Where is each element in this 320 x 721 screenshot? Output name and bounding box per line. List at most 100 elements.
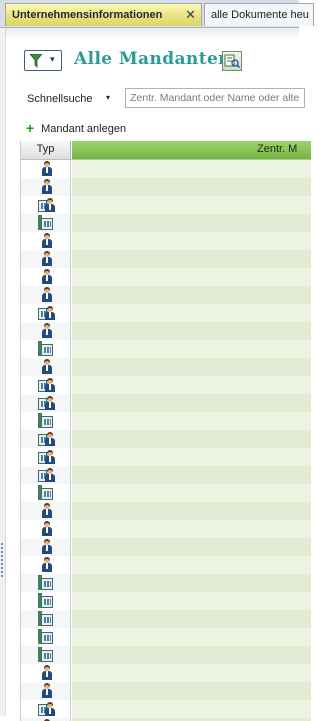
close-icon[interactable]: ✕ xyxy=(185,7,196,23)
building-icon xyxy=(38,647,56,663)
cell-typ xyxy=(21,214,71,232)
cell-typ xyxy=(21,394,71,412)
cell-zentr-mandant xyxy=(72,430,311,448)
table-row[interactable] xyxy=(21,466,311,484)
cell-zentr-mandant xyxy=(72,556,311,574)
cell-zentr-mandant xyxy=(72,304,311,322)
cell-zentr-mandant xyxy=(72,610,311,628)
table-row[interactable] xyxy=(21,520,311,538)
table-row[interactable] xyxy=(21,682,311,700)
building-icon xyxy=(38,215,56,231)
table-row[interactable] xyxy=(21,484,311,502)
table-row[interactable] xyxy=(21,394,311,412)
table-row[interactable] xyxy=(21,610,311,628)
quick-search-input[interactable]: Zentr. Mandant oder Name oder alte xyxy=(125,88,305,108)
cell-typ xyxy=(21,412,71,430)
table-row[interactable] xyxy=(21,412,311,430)
cell-zentr-mandant xyxy=(72,502,311,520)
building-icon xyxy=(38,629,56,645)
cell-zentr-mandant xyxy=(72,286,311,304)
cell-zentr-mandant xyxy=(72,160,311,178)
table-row[interactable] xyxy=(21,556,311,574)
filter-funnel-icon xyxy=(30,54,42,68)
cell-typ xyxy=(21,160,71,178)
table-row[interactable] xyxy=(21,430,311,448)
building-icon xyxy=(38,485,56,501)
cell-zentr-mandant xyxy=(72,250,311,268)
filter-dropdown-button[interactable]: ▾ xyxy=(24,50,62,71)
cell-typ xyxy=(21,520,71,538)
view-search-button[interactable] xyxy=(222,51,242,71)
table-row[interactable] xyxy=(21,574,311,592)
building-icon xyxy=(38,611,56,627)
table-row[interactable] xyxy=(21,286,311,304)
person-icon xyxy=(39,683,57,699)
cell-typ xyxy=(21,646,71,664)
cell-typ xyxy=(21,196,71,214)
building-icon xyxy=(38,575,56,591)
person-building-icon xyxy=(38,305,56,321)
person-building-icon xyxy=(38,701,56,717)
cell-zentr-mandant xyxy=(72,664,311,682)
cell-zentr-mandant xyxy=(72,196,311,214)
cell-typ xyxy=(21,358,71,376)
table-row[interactable] xyxy=(21,268,311,286)
cell-typ xyxy=(21,610,71,628)
tab-alle-dokumente[interactable]: alle Dokumente heu xyxy=(204,3,314,26)
add-client-button[interactable]: + Mandant anlegen xyxy=(26,121,126,135)
cell-zentr-mandant xyxy=(72,394,311,412)
splitter-grip-icon[interactable] xyxy=(1,543,3,579)
quick-search-dropdown-icon[interactable]: ▾ xyxy=(106,93,110,102)
cell-typ xyxy=(21,340,71,358)
table-row[interactable] xyxy=(21,376,311,394)
table-row[interactable] xyxy=(21,664,311,682)
person-icon xyxy=(39,161,57,177)
person-building-icon xyxy=(38,467,56,483)
cell-zentr-mandant xyxy=(72,628,311,646)
table-row[interactable] xyxy=(21,538,311,556)
building-icon xyxy=(38,341,56,357)
table-row[interactable] xyxy=(21,214,311,232)
tab-label: alle Dokumente heu xyxy=(211,9,309,21)
grid-header: Typ Zentr. M xyxy=(21,141,311,160)
column-header-zentr-mandant[interactable]: Zentr. M xyxy=(72,141,311,159)
page-title: Alle Mandanten xyxy=(74,49,231,69)
person-icon xyxy=(39,233,57,249)
clients-grid: Typ Zentr. M xyxy=(20,141,311,721)
table-row[interactable] xyxy=(21,700,311,718)
person-icon xyxy=(39,359,57,375)
table-row[interactable] xyxy=(21,250,311,268)
person-building-icon xyxy=(38,431,56,447)
table-row[interactable] xyxy=(21,358,311,376)
table-row[interactable] xyxy=(21,628,311,646)
cell-typ xyxy=(21,286,71,304)
table-row[interactable] xyxy=(21,340,311,358)
person-icon xyxy=(39,503,57,519)
cell-typ xyxy=(21,376,71,394)
cell-typ xyxy=(21,430,71,448)
table-row[interactable] xyxy=(21,448,311,466)
tab-unternehmensinformationen[interactable]: Unternehmensinformationen ✕ xyxy=(5,3,202,26)
table-row[interactable] xyxy=(21,232,311,250)
table-row[interactable] xyxy=(21,322,311,340)
table-row[interactable] xyxy=(21,646,311,664)
person-building-icon xyxy=(38,377,56,393)
table-row[interactable] xyxy=(21,160,311,178)
column-header-typ[interactable]: Typ xyxy=(21,141,71,159)
tab-label: Unternehmensinformationen xyxy=(12,9,163,21)
cell-typ xyxy=(21,556,71,574)
person-icon xyxy=(39,287,57,303)
cell-typ xyxy=(21,322,71,340)
cell-typ xyxy=(21,664,71,682)
person-building-icon xyxy=(38,395,56,411)
cell-typ xyxy=(21,250,71,268)
table-row[interactable] xyxy=(21,304,311,322)
quick-search-label: Schnellsuche xyxy=(27,93,93,105)
cell-zentr-mandant xyxy=(72,574,311,592)
cell-zentr-mandant xyxy=(72,520,311,538)
cell-zentr-mandant xyxy=(72,700,311,718)
table-row[interactable] xyxy=(21,592,311,610)
table-row[interactable] xyxy=(21,178,311,196)
table-row[interactable] xyxy=(21,502,311,520)
table-row[interactable] xyxy=(21,196,311,214)
